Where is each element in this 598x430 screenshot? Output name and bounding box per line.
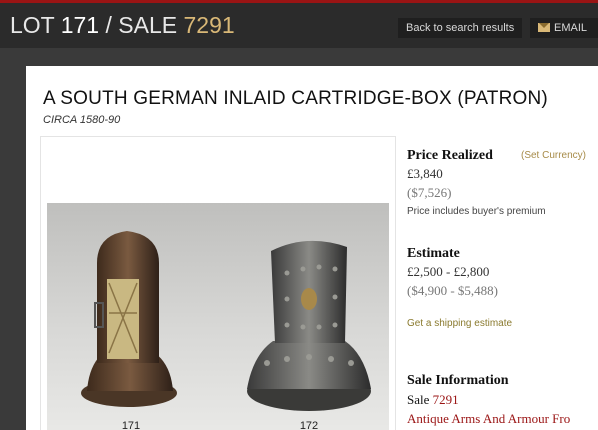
price-realized-value: £3,840 <box>407 166 443 181</box>
sale-prefix: Sale <box>407 392 430 407</box>
lot-details-panel: A SOUTH GERMAN INLAID CARTRIDGE-BOX (PAT… <box>26 66 598 430</box>
price-realized-heading: Price Realized <box>407 148 493 163</box>
lot-number: 171 <box>60 12 100 38</box>
buyers-premium-note: Price includes buyer's premium <box>407 206 546 217</box>
image-label-171: 171 <box>122 420 140 430</box>
estimate-converted: ($4,900 - $5,488) <box>407 283 498 298</box>
cartridge-boxes-image: 171 172 <box>81 231 371 430</box>
shipping-estimate-link[interactable]: Get a shipping estimate <box>407 318 512 329</box>
lot-photo[interactable]: 171 172 <box>47 203 389 430</box>
sale-number-link[interactable]: 7291 <box>433 392 459 407</box>
back-to-search-button[interactable]: Back to search results <box>398 18 522 38</box>
heading-separator: / <box>105 12 112 38</box>
sale-name-link[interactable]: Antique Arms And Armour Fro <box>407 411 570 427</box>
lot-date: CIRCA 1580-90 <box>43 114 121 126</box>
set-currency-link[interactable]: (Set Currency) <box>521 150 586 161</box>
email-button-label: EMAIL <box>554 22 588 34</box>
header-divider <box>0 48 598 52</box>
lot-title: A SOUTH GERMAN INLAID CARTRIDGE-BOX (PAT… <box>43 88 548 109</box>
estimate-heading: Estimate <box>407 246 460 261</box>
estimate-value: £2,500 - £2,800 <box>407 264 490 279</box>
top-bar: LOT 171 / SALE 7291 Back to search resul… <box>0 0 598 48</box>
envelope-icon <box>538 23 550 32</box>
sale-information-heading: Sale Information <box>407 373 509 388</box>
lot-image-frame[interactable]: 171 172 <box>40 136 396 430</box>
image-label-172: 172 <box>300 420 318 430</box>
email-button[interactable]: EMAIL <box>530 18 598 38</box>
lot-sale-heading: LOT 171 / SALE 7291 <box>10 12 235 39</box>
sale-number-line: Sale 7291 <box>407 392 459 408</box>
lot-label: LOT <box>10 12 55 38</box>
price-realized-converted: ($7,526) <box>407 185 452 200</box>
sale-label: SALE <box>118 12 178 38</box>
sale-number: 7291 <box>183 12 235 38</box>
